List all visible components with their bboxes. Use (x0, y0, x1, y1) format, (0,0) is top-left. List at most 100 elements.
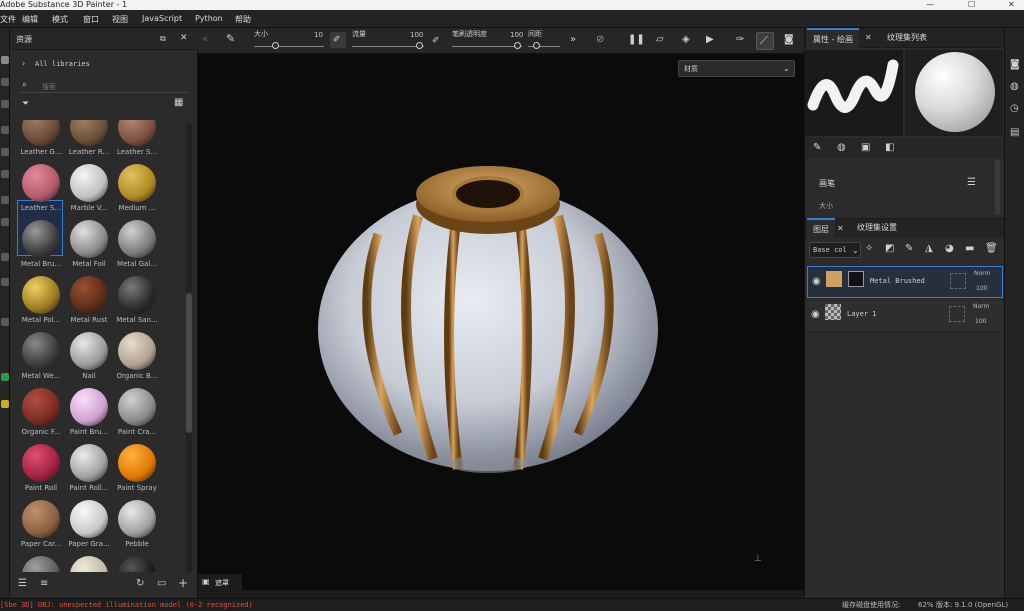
smudge-tool-icon[interactable] (1, 148, 9, 156)
layer-opacity[interactable]: 100 (976, 285, 987, 292)
material-thumbnail[interactable] (70, 164, 108, 202)
size-value[interactable]: 10 (314, 31, 323, 39)
material-thumbnail[interactable] (118, 556, 156, 572)
display-settings-icon[interactable]: ◙ (1010, 60, 1020, 70)
close-panel-icon[interactable]: ✕ (180, 33, 188, 43)
material-thumbnail[interactable] (70, 332, 108, 370)
visibility-eye-icon[interactable]: ◉ (812, 277, 821, 287)
menu-file[interactable]: 文件 (0, 14, 16, 25)
menu-help[interactable]: 帮助 (235, 14, 251, 25)
add-mask-icon[interactable]: ◩ (885, 244, 894, 254)
menu-mode[interactable]: 模式 (52, 14, 68, 25)
add-smart-material-icon[interactable]: ◕ (945, 244, 954, 254)
flow-slider-knob[interactable] (416, 42, 423, 49)
assets-scrollbar[interactable] (186, 123, 192, 573)
measure-tool-icon[interactable] (1, 253, 9, 261)
picker-tool-icon[interactable] (1, 196, 9, 204)
eraser-tool-icon[interactable] (1, 78, 9, 86)
spacing-slider-knob[interactable] (533, 42, 540, 49)
shelf-tool-icon[interactable] (1, 318, 9, 326)
material-thumbnail[interactable] (22, 332, 60, 370)
layer-blend-mode[interactable]: Norm (974, 270, 990, 277)
scrollbar-thumb[interactable] (186, 293, 192, 433)
add-fill-layer-icon[interactable]: ◮ (925, 244, 933, 254)
3d-viewport[interactable]: 材质 ⌄ ◌ ⊥ ▣ 遮罩 (198, 54, 804, 590)
brush-icon[interactable]: ✎ (813, 143, 821, 153)
material-thumbnail[interactable] (118, 120, 156, 146)
layer-row[interactable]: ◉ Metal Brushed Norm 100 (807, 266, 1003, 298)
tab-textureset-settings[interactable]: 纹理集设置 (851, 218, 903, 238)
chevron-right-icon[interactable]: › (22, 59, 25, 69)
tab-layers[interactable]: 图层 (807, 218, 835, 238)
material-thumbnail[interactable] (22, 276, 60, 314)
grid-view-icon[interactable]: ▦ (174, 98, 183, 108)
brush-mode-button[interactable]: ⟋ (756, 32, 774, 50)
menu-window[interactable]: 窗口 (83, 14, 99, 25)
material-thumbnail[interactable] (118, 164, 156, 202)
camera-projection-icon[interactable]: ▱ (656, 35, 664, 45)
filter-icon[interactable]: ⏷ (22, 99, 29, 109)
screenshot-icon[interactable]: ◙ (784, 35, 794, 45)
geometry-fill-icon[interactable] (1, 126, 9, 134)
material-thumbnail[interactable] (70, 500, 108, 538)
symmetry-off-icon[interactable]: ⊘ (596, 35, 604, 45)
material-thumbnail[interactable] (22, 556, 60, 572)
material-thumbnail[interactable] (22, 220, 60, 258)
add-effect-icon[interactable]: ✧ (865, 244, 873, 254)
material-thumbnail[interactable] (118, 220, 156, 258)
projection-tool-icon[interactable] (1, 100, 9, 108)
flow-value[interactable]: 100 (410, 31, 423, 39)
library-list-icon[interactable]: ≡ (40, 579, 48, 589)
menu-edit[interactable]: 编辑 (22, 14, 38, 25)
material-thumbnail[interactable] (118, 388, 156, 426)
paint-mode-icon[interactable]: ✑ (736, 35, 744, 45)
layer-blend-mode[interactable]: Norm (973, 303, 989, 310)
layer-row[interactable]: ◉ Layer 1 Norm 100 (807, 300, 1003, 332)
layer-mask-thumbnail[interactable] (848, 271, 864, 287)
material-thumbnail[interactable] (22, 164, 60, 202)
material-thumbnail[interactable] (70, 388, 108, 426)
delete-layer-icon[interactable]: 🗑 (985, 244, 998, 254)
layer-mask-slot[interactable] (949, 306, 965, 322)
paint-tool-icon[interactable] (1, 56, 9, 64)
menu-javascript[interactable]: JavaScript (142, 14, 182, 23)
new-folder-icon[interactable]: ▭ (157, 579, 166, 589)
log-icon[interactable]: ▤ (1010, 128, 1019, 138)
stencil-icon[interactable]: ▣ (861, 143, 870, 153)
flow-slider[interactable] (352, 46, 424, 47)
library-breadcrumb[interactable]: All libraries (35, 60, 90, 68)
material-icon[interactable]: ◧ (885, 143, 894, 153)
brush-opacity-value[interactable]: 100 (510, 31, 523, 39)
menu-python[interactable]: Python (195, 14, 223, 23)
bake-tool-icon[interactable] (1, 278, 9, 286)
minimize-button[interactable]: — (926, 0, 934, 10)
material-thumbnail[interactable] (22, 388, 60, 426)
flow-pressure-icon[interactable]: ✐ (432, 36, 440, 46)
layer-opacity[interactable]: 100 (975, 318, 986, 325)
polygon-fill-icon[interactable] (1, 218, 9, 226)
material-thumbnail[interactable] (70, 220, 108, 258)
material-thumbnail[interactable] (22, 444, 60, 482)
material-thumbnail[interactable] (118, 444, 156, 482)
brush-opacity-slider[interactable] (452, 46, 522, 47)
material-thumbnail[interactable] (70, 556, 108, 572)
add-folder-icon[interactable]: ▬ (965, 244, 974, 254)
menu-view[interactable]: 视图 (112, 14, 128, 25)
pause-render-icon[interactable]: ❚❚ (628, 35, 645, 45)
viewport-bottom-tab[interactable]: ▣ 遮罩 (198, 574, 242, 590)
close-properties-tab-icon[interactable]: ✕ (865, 33, 872, 43)
layer-name[interactable]: Layer 1 (847, 310, 877, 318)
brush-menu-icon[interactable]: ☰ (967, 178, 976, 188)
material-thumbnail[interactable] (118, 500, 156, 538)
shader-settings-icon[interactable]: ◍ (1010, 82, 1019, 92)
tab-properties-paint[interactable]: 属性 - 绘画 (807, 28, 859, 48)
brush-settings-icon[interactable]: ✎ (226, 33, 235, 44)
lantern-model[interactable] (308, 164, 668, 484)
expand-toolbar-icon[interactable]: » (570, 35, 576, 45)
alpha-icon[interactable]: ◍ (837, 143, 846, 153)
clone-tool-icon[interactable] (1, 170, 9, 178)
layer-name[interactable]: Metal Brushed (870, 277, 925, 285)
size-slider[interactable] (254, 46, 324, 47)
layer-mask-slot[interactable] (950, 273, 966, 289)
library-settings-icon[interactable]: ☰ (18, 579, 27, 589)
